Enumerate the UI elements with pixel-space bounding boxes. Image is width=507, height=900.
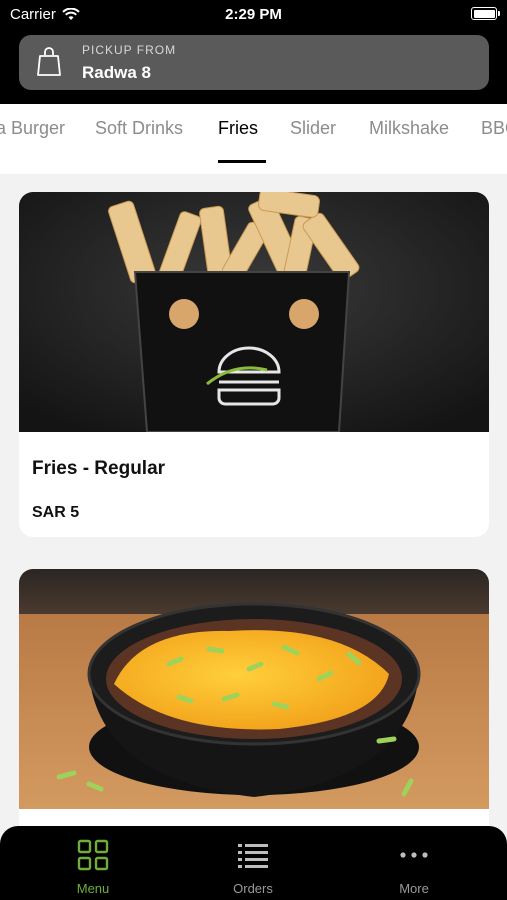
tab-slider[interactable]: Slider	[290, 118, 336, 139]
nav-menu-label: Menu	[76, 881, 110, 896]
nav-orders-label: Orders	[233, 881, 273, 896]
cheese-fries-bowl-photo	[19, 569, 489, 809]
product-price: SAR 5	[32, 504, 80, 521]
more-dots-icon	[400, 852, 428, 858]
product-card[interactable]: Fries - Regular SAR 5	[19, 192, 489, 537]
category-tabs: a Burger Soft Drinks Fries Slider Milksh…	[0, 104, 507, 174]
pickup-location: Radwa 8	[82, 63, 151, 82]
tab-burger[interactable]: a Burger	[0, 118, 65, 139]
active-tab-indicator	[218, 160, 266, 163]
bottom-nav: Menu Orders More	[0, 826, 507, 900]
list-icon	[238, 844, 268, 868]
top-header: Carrier 2:29 PM PICKUP FROM Radwa 8	[0, 0, 507, 104]
battery-icon	[471, 7, 500, 20]
tab-fries[interactable]: Fries	[218, 118, 258, 139]
tab-milkshake[interactable]: Milkshake	[369, 118, 449, 139]
tab-bbq[interactable]: BBQ	[481, 118, 507, 139]
status-bar: Carrier 2:29 PM	[0, 0, 507, 30]
fries-photo	[19, 192, 489, 432]
pickup-label: PICKUP FROM	[82, 43, 177, 57]
nav-menu[interactable]: Menu	[43, 838, 143, 896]
tab-soft-drinks[interactable]: Soft Drinks	[95, 118, 183, 139]
shopping-bag-icon	[37, 47, 61, 76]
nav-more[interactable]: More	[364, 838, 464, 896]
product-card[interactable]	[19, 569, 489, 859]
pickup-location-selector[interactable]: PICKUP FROM Radwa 8	[19, 35, 489, 90]
grid-icon	[77, 839, 109, 871]
nav-more-label: More	[399, 881, 429, 896]
nav-orders[interactable]: Orders	[203, 838, 303, 896]
clock: 2:29 PM	[225, 6, 282, 23]
product-name: Fries - Regular	[32, 458, 166, 479]
